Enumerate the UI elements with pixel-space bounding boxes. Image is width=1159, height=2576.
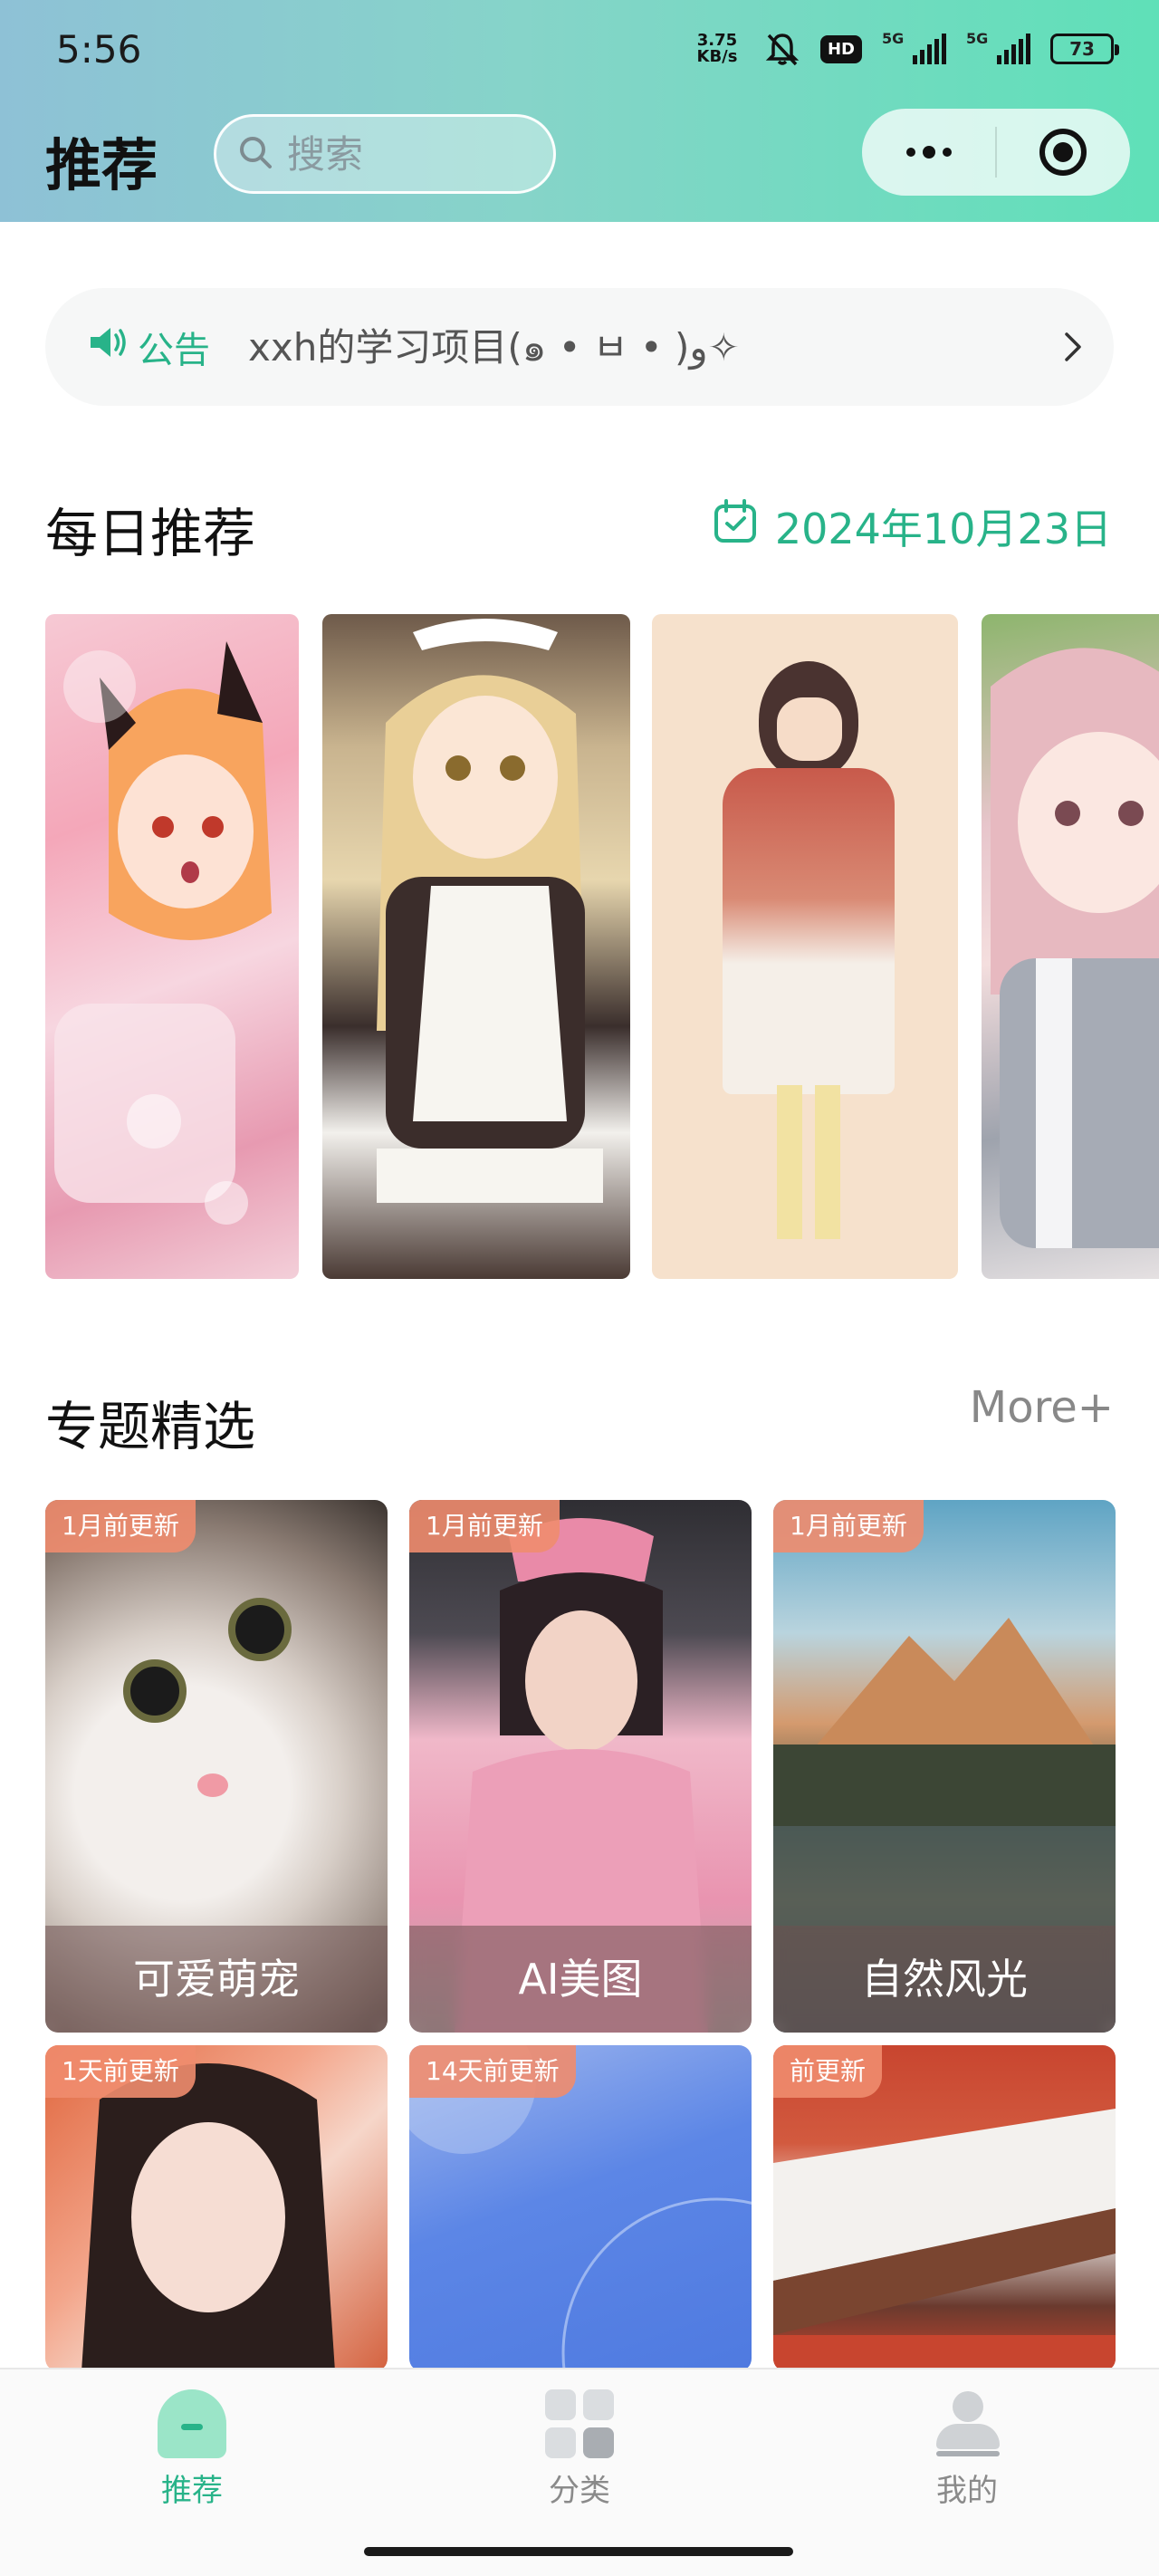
topic-card[interactable]: 1天前更新 xyxy=(45,2045,388,2371)
signal-icon: 5G xyxy=(882,30,946,64)
signal-icon: 5G xyxy=(966,30,1030,64)
grid-icon xyxy=(545,2389,614,2458)
sim1-label: 5G xyxy=(882,30,905,47)
anime-maid-girl-image xyxy=(377,619,603,1203)
wallpaper-item[interactable] xyxy=(982,614,1159,1279)
speaker-icon xyxy=(87,324,132,370)
daily-date: 2024年10月23日 xyxy=(712,496,1112,556)
search-icon xyxy=(236,133,274,175)
header: 5:56 3.75 KB/s HD 5G 5G 73 推荐 xyxy=(0,0,1159,222)
daily-section-title: 每日推荐 xyxy=(45,503,256,564)
bottom-tab-bar: 推荐 分类 我的 xyxy=(0,2368,1159,2576)
notice-text: xxh的学习项目(๑ • ㅂ • )و✧ xyxy=(248,324,740,370)
mute-bell-icon xyxy=(764,31,800,67)
topic-update-badge: 前更新 xyxy=(773,2045,883,2098)
notice-tag-label: 公告 xyxy=(138,330,210,371)
close-mini-program-button[interactable] xyxy=(997,109,1130,196)
topic-update-badge: 1月前更新 xyxy=(409,1500,560,1552)
calendar-check-icon xyxy=(712,498,759,555)
more-dots-icon xyxy=(905,146,952,159)
topic-card[interactable]: 14天前更新 xyxy=(409,2045,752,2371)
wallpaper-item[interactable] xyxy=(322,614,630,1279)
search-bar[interactable] xyxy=(214,114,556,194)
user-icon xyxy=(933,2389,1001,2458)
anime-girl-face xyxy=(777,697,842,761)
net-speed: 3.75 KB/s xyxy=(696,31,738,66)
topic-update-badge: 14天前更新 xyxy=(409,2045,576,2098)
tab-label: 分类 xyxy=(549,2473,610,2509)
topic-card[interactable]: 前更新 xyxy=(773,2045,1116,2371)
tab-category[interactable]: 分类 xyxy=(489,2389,670,2510)
notice-bar[interactable]: 公告 xxh的学习项目(๑ • ㅂ • )و✧ xyxy=(45,288,1114,406)
cat-eye xyxy=(123,1659,187,1723)
status-icons: 3.75 KB/s HD 5G 5G 73 xyxy=(690,30,1119,67)
battery-icon: 73 xyxy=(1050,34,1119,64)
chevron-right-icon xyxy=(1032,329,1114,365)
more-menu-button[interactable] xyxy=(862,109,995,196)
daily-date-text: 2024年10月23日 xyxy=(774,505,1112,553)
topic-card-cute-pets[interactable]: 1月前更新 可爱萌宠 xyxy=(45,1500,388,2033)
topic-card-ai-art[interactable]: 1月前更新 AI美图 xyxy=(409,1500,752,2033)
anime-fox-girl-image xyxy=(54,641,272,1225)
topic-name: AI美图 xyxy=(409,1926,752,2033)
anime-girl-pink-hair-image xyxy=(991,648,1159,1248)
home-icon xyxy=(158,2389,226,2458)
tab-label: 我的 xyxy=(936,2473,998,2509)
hd-badge: HD xyxy=(819,34,862,63)
topic-update-badge: 1月前更新 xyxy=(45,1500,196,1552)
daily-wallpaper-scroller[interactable] xyxy=(45,614,1159,1279)
topic-update-badge: 1天前更新 xyxy=(45,2045,196,2098)
sim2-label: 5G xyxy=(966,30,989,47)
cat-nose xyxy=(197,1773,228,1797)
target-circle-icon xyxy=(1039,129,1087,176)
search-input[interactable] xyxy=(287,131,532,177)
wallpaper-item[interactable] xyxy=(652,614,958,1279)
cat-eye xyxy=(228,1598,292,1661)
tab-label: 推荐 xyxy=(161,2473,223,2509)
status-bar: 5:56 3.75 KB/s HD 5G 5G 73 xyxy=(0,0,1159,100)
topic-update-badge: 1月前更新 xyxy=(773,1500,924,1552)
topics-more-link[interactable]: More+ xyxy=(970,1382,1114,1433)
tab-mine[interactable]: 我的 xyxy=(876,2389,1058,2510)
topics-section-title: 专题精选 xyxy=(45,1396,256,1457)
wallpaper-item[interactable] xyxy=(45,614,299,1279)
home-indicator[interactable] xyxy=(364,2547,793,2556)
topic-name: 可爱萌宠 xyxy=(45,1926,388,2033)
status-time: 5:56 xyxy=(56,27,142,72)
page-title: 推荐 xyxy=(45,132,158,198)
topic-card-nature[interactable]: 1月前更新 自然风光 xyxy=(773,1500,1116,2033)
topic-name: 自然风光 xyxy=(773,1926,1116,2033)
mini-program-capsule xyxy=(862,109,1130,196)
tab-recommend[interactable]: 推荐 xyxy=(101,2389,283,2510)
notice-tag: 公告 xyxy=(87,321,210,373)
